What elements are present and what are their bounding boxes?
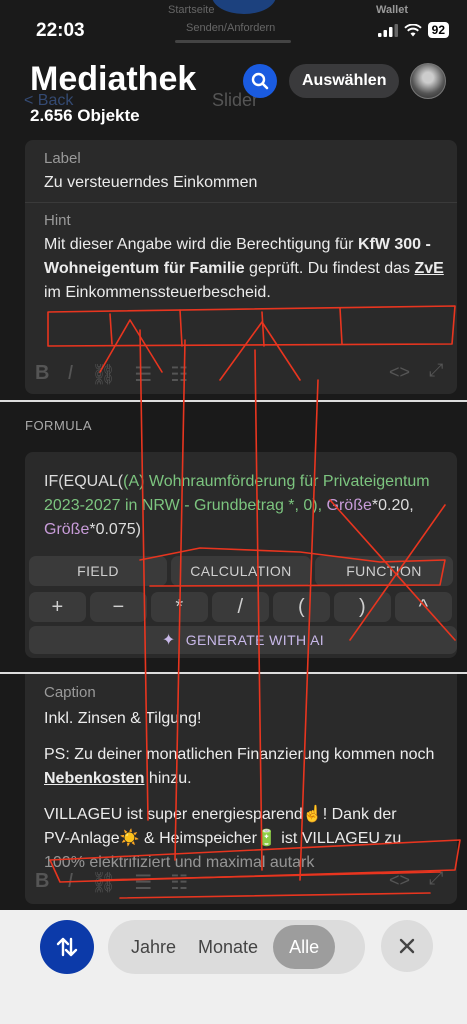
caption-bold-nebenkosten: Nebenkosten [44, 770, 145, 787]
wifi-icon [403, 23, 422, 36]
search-icon [251, 72, 269, 90]
numbered-list-icon[interactable]: ☷ [170, 870, 188, 895]
operator-divide-button[interactable]: / [212, 592, 269, 622]
caption-ps: PS: Zu deiner monatlichen Finanzierung k… [44, 743, 454, 791]
select-button[interactable]: Auswählen [289, 64, 400, 98]
label-hint-card: Label Zu versteuerndes Einkommen Hint Mi… [25, 140, 457, 394]
operator-multiply-button[interactable]: * [151, 592, 208, 622]
bullet-list-icon[interactable]: ☰ [134, 870, 152, 895]
caption-card: Caption Inkl. Zinsen & Tilgung! PS: Zu d… [25, 674, 457, 904]
sort-button[interactable] [40, 920, 94, 974]
hint-field[interactable]: Hint Mit dieser Angabe wird die Berechti… [44, 212, 444, 305]
link-icon[interactable]: ⛓ [91, 870, 116, 895]
italic-icon[interactable]: I [67, 362, 73, 387]
ghost-overlay-blob [212, 0, 276, 14]
operator-close-paren-button[interactable]: ) [334, 592, 391, 622]
library-header: < Back Slider Mediathek 2.656 Objekte Au… [0, 56, 467, 136]
time-range-segmented-control: Jahre Monate Alle [108, 920, 365, 974]
segment-monate[interactable]: Monate [187, 925, 269, 969]
status-bar: Startseite Senden/Anfordern Wallet 22:03… [0, 0, 467, 56]
formula-token: *0.20, [371, 497, 414, 514]
numbered-list-icon[interactable]: ☷ [170, 362, 188, 387]
segment-jahre[interactable]: Jahre [120, 925, 187, 969]
caption-text: PS: Zu deiner monatlichen Finanzierung k… [44, 746, 435, 763]
code-icon[interactable]: <> [389, 362, 410, 383]
bold-icon[interactable]: B [35, 870, 49, 895]
generate-row: ✦ GENERATE WITH AI [29, 626, 457, 654]
bottom-toolbar: Jahre Monate Alle [0, 910, 467, 1024]
operator-minus-button[interactable]: − [90, 592, 147, 622]
ghost-label-senden: Senden/Anfordern [186, 22, 276, 34]
operator-row: + − * / ( ) ^ [29, 592, 452, 622]
tab-field[interactable]: FIELD [29, 556, 167, 586]
section-divider [0, 400, 467, 402]
ghost-label-wallet: Wallet [376, 4, 408, 16]
label-field-caption: Label [44, 150, 81, 167]
operator-power-button[interactable]: ^ [395, 592, 452, 622]
close-icon [399, 938, 415, 954]
rich-text-toolbar: B I ⛓ ☰ ☷ [35, 362, 188, 387]
caption-text: hinzu. [144, 770, 192, 787]
caption-text: PV-Anlage☀️ & Heimspeicher🔋 ist VILLAGEU… [44, 830, 402, 847]
bold-icon[interactable]: B [35, 362, 49, 387]
formula-token: *, 0), [283, 497, 327, 514]
search-button[interactable] [243, 64, 277, 98]
code-icon[interactable]: <> [389, 870, 410, 891]
label-field[interactable]: Label Zu versteuerndes Einkommen [44, 150, 257, 195]
link-icon[interactable]: ⛓ [91, 362, 116, 387]
sparkle-icon: ✦ [161, 632, 176, 649]
hint-field-caption: Hint [44, 212, 71, 229]
operator-plus-button[interactable]: + [29, 592, 86, 622]
expand-icon[interactable]: ⤢ [429, 868, 443, 889]
tab-function[interactable]: FUNCTION [315, 556, 453, 586]
caption-villageu: VILLAGEU ist super energiesparend☝️! Dan… [44, 803, 454, 875]
rich-text-toolbar: B I ⛓ ☰ ☷ [35, 870, 188, 895]
label-field-value: Zu versteuerndes Einkommen [44, 174, 258, 191]
hint-bold-zve: ZvE [414, 260, 444, 277]
sort-arrows-icon [56, 937, 78, 957]
operator-open-paren-button[interactable]: ( [273, 592, 330, 622]
formula-token: IF(EQUAL( [44, 473, 124, 490]
avatar[interactable] [410, 63, 446, 99]
cellular-signal-icon [377, 23, 398, 37]
hint-text: im Einkommenssteuerbescheid. [44, 284, 271, 301]
tab-calculation[interactable]: CALCULATION [171, 556, 311, 586]
object-count: 2.656 Objekte [30, 106, 140, 125]
battery-indicator: 92 [427, 22, 449, 38]
formula-expression[interactable]: IF(EQUAL((A) Wohnraumförderung für Priva… [44, 470, 444, 542]
generate-with-ai-button[interactable]: ✦ GENERATE WITH AI [29, 626, 457, 654]
caption-field[interactable]: Caption Inkl. Zinsen & Tilgung! PS: Zu d… [44, 684, 454, 875]
page-title: Mediathek [30, 60, 197, 98]
caption-line-1: Inkl. Zinsen & Tilgung! [44, 710, 202, 727]
formula-tab-row: FIELD CALCULATION FUNCTION [29, 556, 453, 586]
formula-section-label: FORMULA [25, 418, 93, 433]
italic-icon[interactable]: I [67, 870, 73, 895]
formula-variable-groesse: Größe [44, 521, 90, 538]
formula-variable-groesse: Größe [326, 497, 372, 514]
ghost-label-startseite: Startseite [168, 4, 215, 16]
hint-text: geprüft. Du findest das [244, 260, 415, 277]
expand-icon[interactable]: ⤢ [429, 360, 443, 381]
segment-alle[interactable]: Alle [273, 925, 336, 969]
close-button[interactable] [381, 920, 433, 972]
bullet-list-icon[interactable]: ☰ [134, 362, 152, 387]
formula-token: *0.075) [89, 521, 141, 538]
caption-field-caption: Caption [44, 684, 96, 701]
ghost-home-indicator [175, 40, 291, 43]
hint-field-value: Mit dieser Angabe wird die Berechtigung … [44, 233, 444, 305]
system-icons: 92 [377, 22, 449, 38]
generate-label: GENERATE WITH AI [185, 632, 325, 648]
caption-text: VILLAGEU ist super energiesparend☝️! Dan… [44, 806, 397, 823]
hint-text: Mit dieser Angabe wird die Berechtigung … [44, 236, 358, 253]
status-time: 22:03 [36, 20, 85, 41]
divider [25, 202, 457, 203]
